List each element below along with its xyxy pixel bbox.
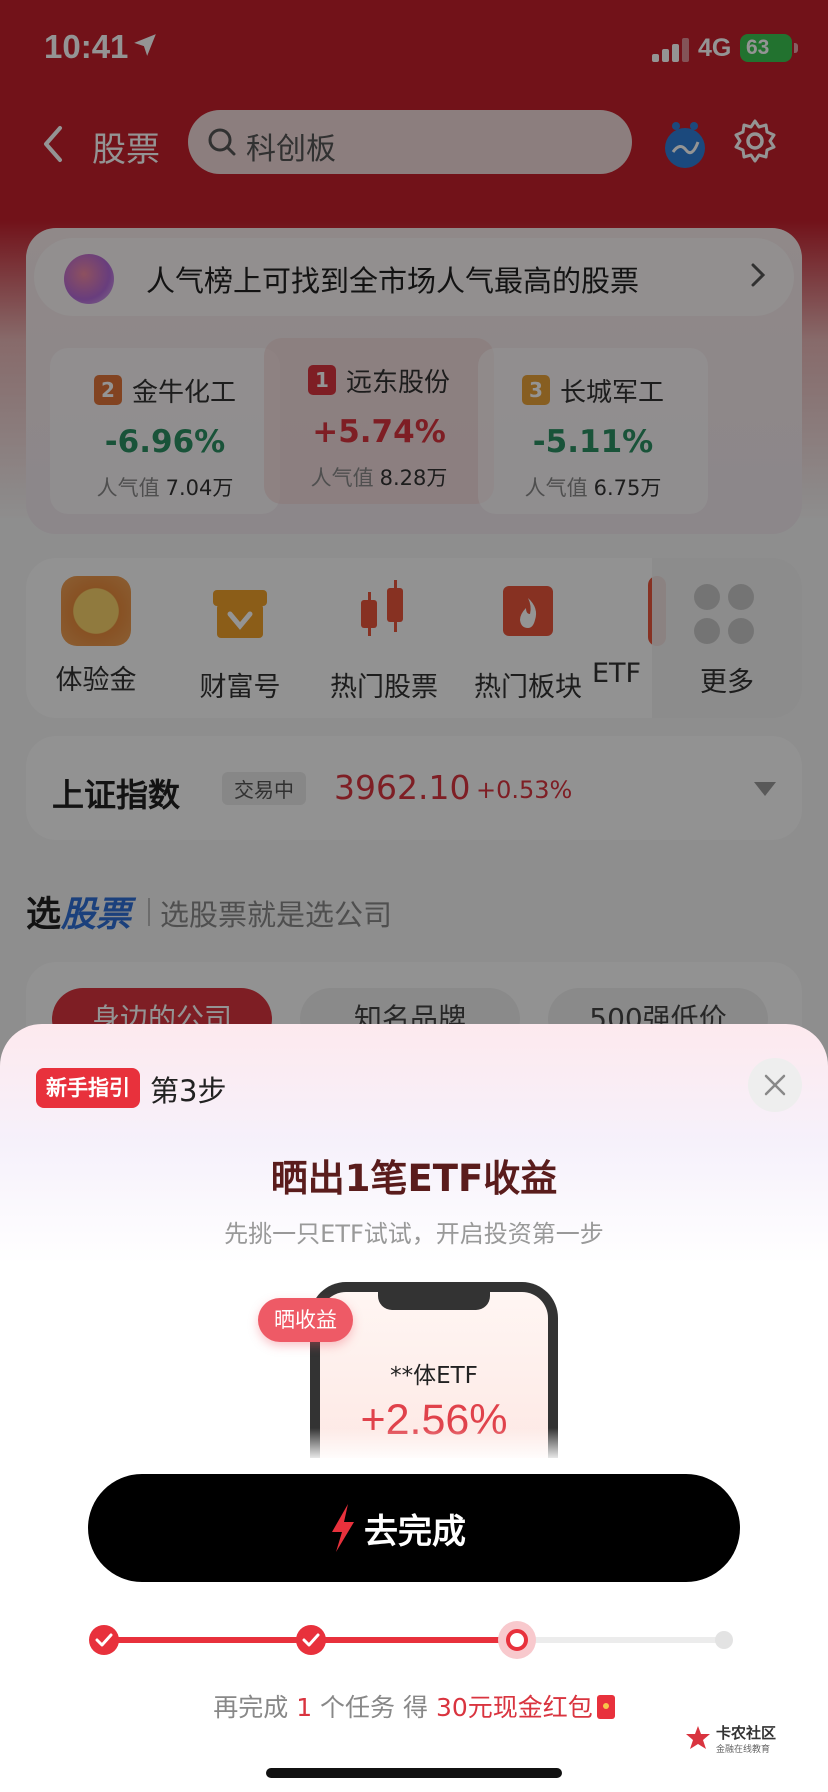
- progress-step-2: [295, 1625, 326, 1655]
- step-label: 第3步: [150, 1074, 227, 1108]
- red-envelope-icon: [596, 1695, 615, 1719]
- reward-count: 1: [296, 1693, 313, 1722]
- close-icon: [764, 1074, 786, 1096]
- reward-prefix: 再完成: [213, 1693, 289, 1722]
- reward-text: 再完成 1 个任务 得 30元现金红包: [0, 1688, 828, 1724]
- check-icon: [95, 1633, 113, 1647]
- sheet-title: 晒出1笔ETF收益: [270, 1157, 558, 1200]
- progress-step-3: [498, 1621, 537, 1659]
- phone-fade: [300, 1428, 570, 1462]
- check-icon: [302, 1633, 320, 1647]
- sheet-subtitle: 先挑一只ETF试试，开启投资第一步: [224, 1220, 604, 1248]
- reward-prize: 30元现金红包: [435, 1693, 593, 1722]
- progress-step-1: [89, 1625, 119, 1655]
- phone-fund-name: **体ETF: [390, 1363, 478, 1389]
- close-button[interactable]: [748, 1058, 802, 1112]
- onboarding-sheet: 新手指引 第3步 晒出1笔ETF收益 先挑一只ETF试试，开启投资第一步 **体…: [0, 1024, 828, 1792]
- share-earnings-badge: 晒收益: [258, 1298, 353, 1342]
- guide-tag: 新手指引: [36, 1068, 140, 1108]
- go-complete-label: 去完成: [364, 1512, 466, 1552]
- reward-middle: 个任务 得: [320, 1693, 428, 1722]
- lightning-icon: [332, 1504, 354, 1552]
- go-complete-button[interactable]: 去完成: [88, 1474, 740, 1582]
- watermark-logo: [686, 1726, 710, 1749]
- watermark: 卡农社区 金融在线教育: [684, 1722, 794, 1758]
- phone-notch: [378, 1292, 490, 1310]
- home-indicator[interactable]: [266, 1768, 562, 1778]
- watermark-title: 卡农社区: [716, 1724, 777, 1742]
- progress-step-4: [715, 1631, 733, 1649]
- watermark-subtitle: 金融在线教育: [716, 1745, 771, 1755]
- task-progress: [88, 1620, 738, 1660]
